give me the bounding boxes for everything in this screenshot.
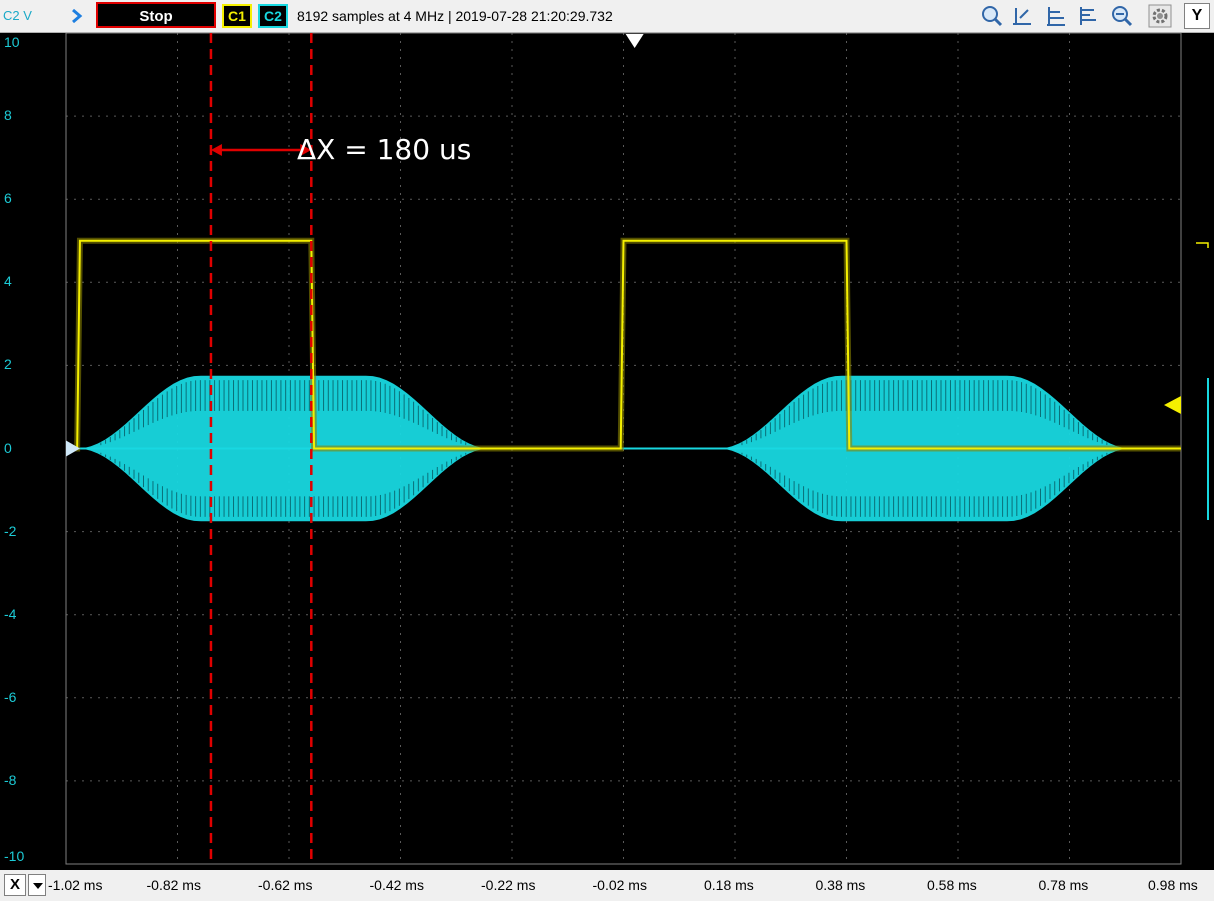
zoom-in-icon[interactable] [980, 4, 1004, 28]
delta-x-label: ΔX = 180 us [297, 133, 472, 166]
delta-arrow-left [210, 144, 222, 156]
y-tick-label: 2 [4, 356, 12, 373]
y-tick-label: 6 [4, 190, 12, 207]
align-icon[interactable] [1044, 4, 1068, 28]
y-tick-label: -2 [4, 522, 17, 539]
run-chevron-icon[interactable] [70, 9, 84, 23]
y-tick-label: -10 [4, 848, 25, 864]
channel-unit-label: C2 V [3, 8, 32, 23]
x-tick-label: 0.38 ms [815, 877, 866, 893]
x-tick-label: 0.98 ms [1148, 877, 1198, 893]
waveform-plot[interactable] [0, 0, 1214, 870]
y-tick-label: -8 [4, 771, 17, 788]
x-tick-label: -1.02 ms [48, 877, 103, 893]
x-tick-label: -0.42 ms [369, 877, 424, 893]
acquisition-info: 8192 samples at 4 MHz | 2019-07-28 21:20… [297, 8, 613, 24]
y-tick-label: 0 [4, 439, 12, 456]
y-tick-label: -4 [4, 605, 17, 622]
x-axis-button[interactable]: X [4, 874, 26, 896]
cursor-up-icon[interactable] [1010, 4, 1034, 28]
trigger-position-marker [625, 34, 644, 48]
y-axis-button[interactable]: Y [1184, 3, 1210, 29]
stop-button[interactable]: Stop [96, 2, 216, 28]
x-axis-bar: X -1.02 ms -0.82 ms -0.62 ms -0.42 ms -0.22 … [0, 870, 1214, 901]
settings-gear-icon[interactable] [1148, 4, 1172, 28]
y-tick-label: 10 [4, 34, 20, 50]
x-axis-dropdown[interactable] [28, 874, 46, 896]
x-tick-label: -0.82 ms [146, 877, 201, 893]
x-tick-label: 0.78 ms [1038, 877, 1089, 893]
zoom-out-icon[interactable] [1110, 4, 1134, 28]
x-tick-label: -0.62 ms [258, 877, 313, 893]
y-tick-label: 8 [4, 107, 12, 124]
c1-level-marker [1196, 242, 1209, 248]
y-tick-label: 4 [4, 273, 12, 290]
x-tick-label: 0.18 ms [704, 877, 754, 893]
channel-1-button[interactable]: C1 [222, 4, 252, 28]
x-tick-label: -0.22 ms [481, 877, 536, 893]
y-tick-label: -6 [4, 688, 17, 705]
x-tick-label: -0.02 ms [592, 877, 647, 893]
trigger-level-marker [1164, 396, 1181, 414]
x-tick-label: 0.58 ms [927, 877, 977, 893]
align-list-icon[interactable] [1076, 4, 1100, 28]
channel-2-button[interactable]: C2 [258, 4, 288, 28]
toolbar: C2 V Stop C1 C2 8192 samples at 4 MHz | … [0, 0, 1214, 33]
